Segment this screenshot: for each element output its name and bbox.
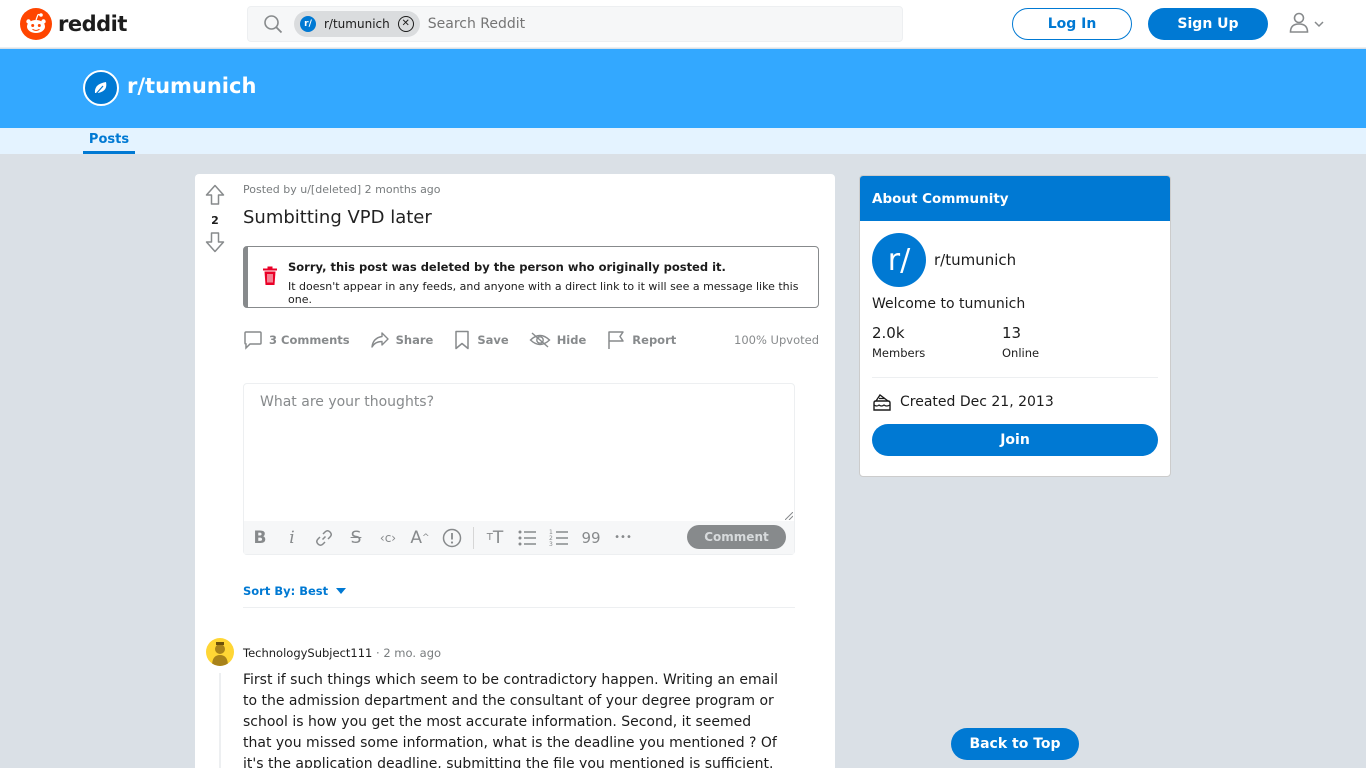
post-card: 2 Posted by u/[deleted] 2 months ago Sum… bbox=[195, 174, 835, 768]
comment-icon bbox=[244, 331, 262, 350]
online-count: 13 bbox=[1002, 324, 1022, 342]
about-community-card: About Community r/ r/tumunich Welcome to… bbox=[859, 175, 1171, 477]
back-to-top-button[interactable]: Back to Top bbox=[951, 728, 1079, 760]
comments-label: 3 Comments bbox=[269, 333, 350, 347]
editor-toolbar: B i S ‹c› A ^ TT 123 99 ••• Comment bbox=[244, 521, 794, 554]
inline-code-icon[interactable]: ‹c› bbox=[372, 521, 404, 554]
toolbar-divider bbox=[473, 526, 474, 549]
sort-label: Sort By: Best bbox=[243, 584, 329, 598]
bulleted-list-icon[interactable] bbox=[511, 521, 543, 554]
search-input[interactable] bbox=[427, 16, 828, 32]
upvote-ratio: 100% Upvoted bbox=[734, 333, 819, 347]
eye-slash-icon bbox=[529, 332, 551, 348]
numbered-list-icon[interactable]: 123 bbox=[543, 521, 575, 554]
subreddit-icon[interactable] bbox=[83, 70, 119, 106]
comment-timestamp: · 2 mo. ago bbox=[372, 646, 442, 660]
upvote-arrow-icon[interactable] bbox=[205, 184, 225, 210]
downvote-arrow-icon[interactable] bbox=[205, 231, 225, 257]
close-circle-icon[interactable]: ✕ bbox=[397, 16, 414, 32]
hide-button[interactable]: Hide bbox=[529, 330, 587, 350]
created-date: Created Dec 21, 2013 bbox=[872, 392, 1054, 412]
caret-down-icon bbox=[336, 588, 347, 594]
deleted-notice: Sorry, this post was deleted by the pers… bbox=[243, 246, 819, 308]
created-date-label: Created Dec 21, 2013 bbox=[900, 394, 1054, 410]
reddit-logo-icon bbox=[20, 8, 52, 40]
quote-block-icon[interactable]: 99 bbox=[575, 521, 607, 554]
comments-button[interactable]: 3 Comments bbox=[243, 330, 350, 350]
spoiler-icon[interactable] bbox=[436, 521, 468, 554]
post-actions: 3 Comments Share Save Hide Report bbox=[243, 328, 696, 352]
subreddit-title[interactable]: r/tumunich bbox=[127, 74, 256, 98]
comment-avatar[interactable] bbox=[206, 638, 234, 666]
login-button[interactable]: Log In bbox=[1012, 8, 1132, 40]
reddit-logo[interactable]: reddit bbox=[20, 8, 127, 40]
share-icon bbox=[370, 332, 389, 348]
subreddit-avatar-icon: r/ bbox=[300, 16, 316, 32]
signup-button[interactable]: Sign Up bbox=[1148, 8, 1268, 40]
bookmark-icon bbox=[455, 330, 470, 350]
sort-dropdown[interactable]: Sort By: Best bbox=[243, 584, 347, 598]
tab-posts[interactable]: Posts bbox=[83, 128, 135, 154]
user-menu-dropdown[interactable] bbox=[1288, 11, 1330, 37]
reddit-wordmark: reddit bbox=[58, 12, 127, 36]
heading-icon[interactable]: TT bbox=[479, 521, 511, 554]
community-description: Welcome to tumunich bbox=[872, 296, 1026, 312]
community-avatar: r/ bbox=[872, 233, 926, 287]
members-count: 2.0k bbox=[872, 324, 905, 342]
trash-icon bbox=[262, 266, 278, 290]
search-bar[interactable]: r/ r/tumunich ✕ bbox=[247, 6, 903, 42]
comment-submit-button[interactable]: Comment bbox=[687, 525, 786, 549]
vote-count: 2 bbox=[211, 214, 219, 227]
save-label: Save bbox=[477, 333, 509, 347]
cake-icon bbox=[873, 393, 891, 411]
deleted-notice-subtitle: It doesn't appear in any feeds, and anyo… bbox=[288, 280, 799, 306]
comment-body: First if such things which seem to be co… bbox=[243, 672, 778, 768]
search-scope-chip[interactable]: r/ r/tumunich ✕ bbox=[294, 11, 420, 37]
subreddit-banner: r/tumunich bbox=[0, 49, 1366, 128]
save-button[interactable]: Save bbox=[453, 330, 509, 350]
about-community-header: About Community bbox=[860, 176, 1170, 221]
search-icon bbox=[262, 13, 284, 35]
online-label: Online bbox=[1002, 346, 1040, 360]
user-icon bbox=[1288, 11, 1310, 37]
flag-icon bbox=[608, 331, 625, 349]
deleted-notice-title: Sorry, this post was deleted by the pers… bbox=[288, 260, 726, 274]
comment-thread-line[interactable] bbox=[219, 673, 221, 768]
bold-icon[interactable]: B bbox=[244, 521, 276, 554]
superscript-icon[interactable]: A ^ bbox=[404, 521, 436, 554]
report-label: Report bbox=[632, 333, 677, 347]
resize-handle-icon[interactable] bbox=[785, 512, 793, 520]
strikethrough-icon[interactable]: S bbox=[340, 521, 372, 554]
share-label: Share bbox=[395, 333, 434, 347]
comment-author-name[interactable]: TechnologySubject111 bbox=[243, 646, 372, 660]
link-icon[interactable] bbox=[308, 521, 340, 554]
join-button[interactable]: Join bbox=[872, 424, 1158, 456]
svg-text:3: 3 bbox=[549, 541, 553, 547]
chevron-down-icon bbox=[1313, 15, 1325, 34]
share-button[interactable]: Share bbox=[370, 330, 434, 350]
post-title: Sumbitting VPD later bbox=[243, 207, 432, 228]
top-header: reddit r/ r/tumunich ✕ Log In Sign Up bbox=[0, 0, 1366, 48]
italic-icon[interactable]: i bbox=[276, 521, 308, 554]
search-scope-label: r/tumunich bbox=[324, 17, 390, 31]
divider bbox=[243, 607, 795, 608]
vote-controls: 2 bbox=[203, 184, 227, 257]
hide-label: Hide bbox=[556, 333, 587, 347]
report-button[interactable]: Report bbox=[606, 330, 676, 350]
comment-editor-placeholder: What are your thoughts? bbox=[260, 394, 435, 410]
members-label: Members bbox=[872, 346, 926, 360]
more-options-icon[interactable]: ••• bbox=[607, 521, 639, 554]
community-name: r/tumunich bbox=[934, 251, 1017, 269]
divider bbox=[872, 377, 1158, 378]
comment-author: TechnologySubject111 · 2 mo. ago bbox=[243, 646, 441, 660]
comment-editor[interactable]: What are your thoughts? B i S ‹c› A ^ TT … bbox=[243, 383, 795, 555]
post-meta: Posted by u/[deleted] 2 months ago bbox=[243, 183, 441, 196]
subreddit-nav: Posts bbox=[0, 128, 1366, 154]
